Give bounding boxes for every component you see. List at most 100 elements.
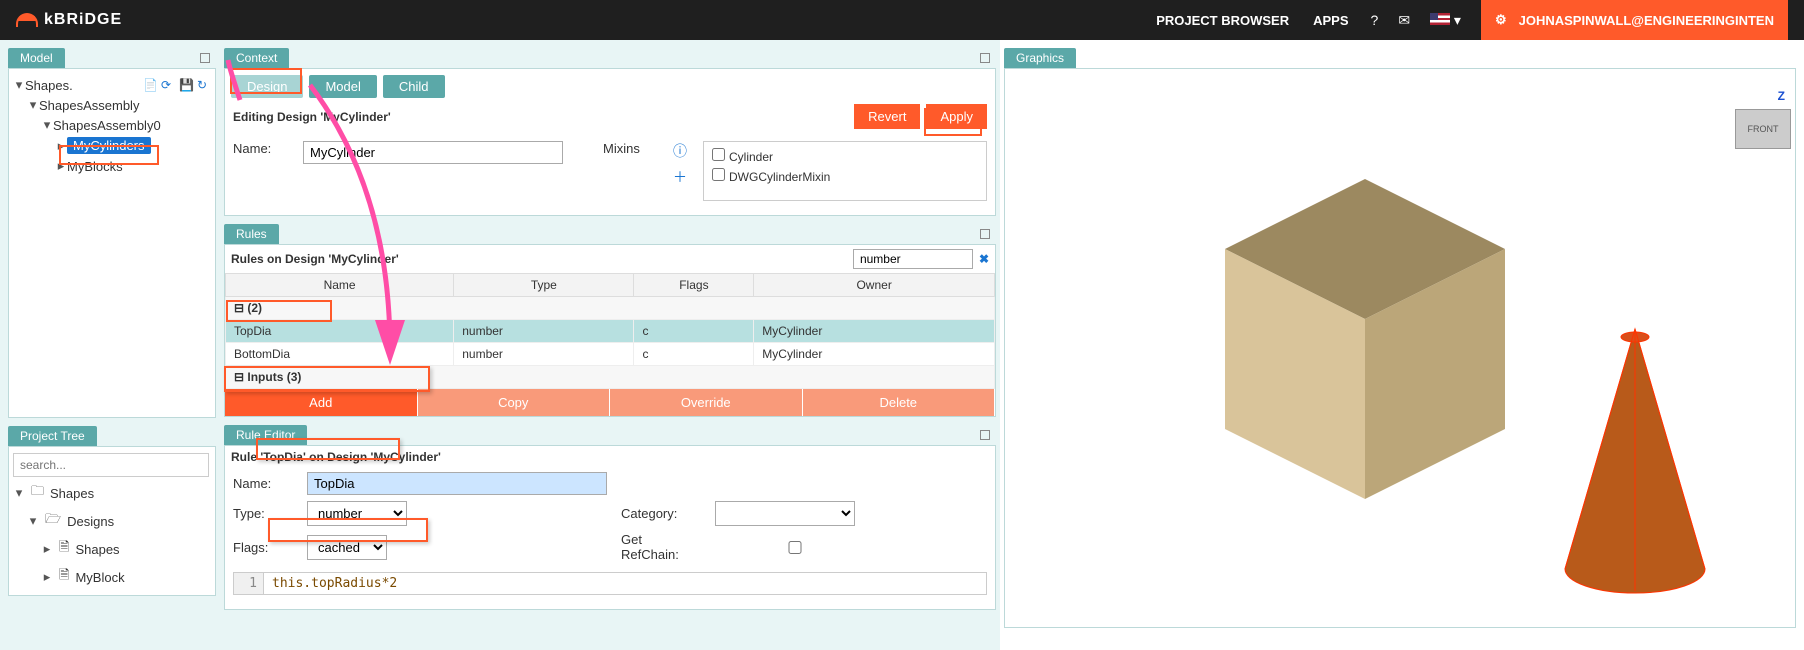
revert-button[interactable]: Revert	[854, 104, 920, 129]
model-panel-tab[interactable]: Model	[8, 48, 65, 68]
reload-icon[interactable]: ↻	[197, 78, 211, 92]
context-tab[interactable]: Context	[224, 48, 289, 68]
nav-project-browser[interactable]: PROJECT BROWSER	[1156, 13, 1289, 28]
project-search-input[interactable]	[13, 453, 209, 477]
save-icon[interactable]: 💾	[179, 78, 193, 92]
mixin-label: Cylinder	[729, 150, 773, 164]
graphics-tab[interactable]: Graphics	[1004, 48, 1076, 68]
re-category-label: Category:	[621, 506, 701, 521]
mixin-item[interactable]: Cylinder	[708, 146, 982, 166]
rule-group-row[interactable]: ⊟ (2)	[226, 297, 995, 320]
cell-name: BottomDia	[226, 343, 454, 366]
tab-model[interactable]: Model	[309, 75, 376, 98]
pt-shapes[interactable]: ▸ 🗎 Shapes	[13, 535, 211, 563]
add-mixin-icon[interactable]: ＋	[673, 167, 687, 187]
rules-tab[interactable]: Rules	[224, 224, 279, 244]
nav-apps[interactable]: APPS	[1313, 13, 1348, 28]
tree-node-assembly[interactable]: ▾ ShapesAssembly	[13, 95, 211, 115]
pt-label: Designs	[67, 514, 114, 529]
override-button[interactable]: Override	[610, 389, 803, 416]
code-editor[interactable]: 1 this.topRadius*2	[233, 572, 987, 595]
col-flags[interactable]: Flags	[634, 274, 754, 297]
panel-collapse-icon[interactable]	[200, 53, 210, 63]
copy-icon[interactable]: 📄	[143, 78, 157, 92]
rule-row-topdia[interactable]: TopDia number c MyCylinder	[226, 320, 995, 343]
pt-root[interactable]: ▾ 🗀 Shapes	[13, 479, 211, 507]
mixin-checkbox[interactable]	[712, 168, 725, 181]
tree-node-mycylinders[interactable]: ▸ MyCylinders	[13, 135, 211, 156]
group-label: (2)	[247, 301, 262, 315]
caret-icon[interactable]: ▾	[13, 77, 25, 93]
cell-name: TopDia	[226, 320, 454, 343]
mixin-label: DWGCylinderMixin	[729, 170, 830, 184]
tab-design[interactable]: Design	[231, 75, 303, 98]
line-number: 1	[234, 573, 264, 594]
rules-panel: Rules Rules on Design 'MyCylinder' ✖ Nam…	[224, 224, 996, 417]
mail-icon[interactable]: ✉	[1398, 12, 1410, 29]
flag-icon[interactable]: ▾	[1430, 12, 1461, 29]
file-icon: 🗎	[59, 566, 69, 588]
rule-type-select[interactable]: number	[307, 501, 407, 526]
caret-icon[interactable]: ▸	[55, 158, 67, 174]
caret-icon[interactable]: ▾	[13, 485, 25, 501]
rule-group-row[interactable]: ⊟ Inputs (3)	[226, 366, 995, 389]
pt-designs[interactable]: ▾ 🗁 Designs	[13, 507, 211, 535]
rule-category-select[interactable]	[715, 501, 855, 526]
name-label: Name:	[233, 141, 293, 156]
view-cube[interactable]: FRONT	[1735, 109, 1791, 149]
logo-icon	[16, 13, 38, 27]
mixin-item[interactable]: DWGCylinderMixin	[708, 166, 982, 186]
graphics-viewport[interactable]: Z FRONT	[1004, 68, 1796, 628]
rules-button-bar: Add Copy Override Delete	[225, 389, 995, 416]
design-name-input[interactable]	[303, 141, 563, 164]
code-content[interactable]: this.topRadius*2	[264, 573, 986, 594]
view-cube-face: FRONT	[1748, 124, 1779, 134]
rules-table: Name Type Flags Owner ⊟ (2) TopDia numbe…	[225, 273, 995, 389]
panel-collapse-icon[interactable]	[980, 229, 990, 239]
copy-button[interactable]: Copy	[418, 389, 611, 416]
caret-icon[interactable]: ▾	[27, 97, 39, 113]
info-icon[interactable]: ⓘ	[673, 141, 687, 161]
refresh-icon[interactable]: ⟳	[161, 78, 175, 92]
caret-icon[interactable]: ▸	[55, 138, 67, 154]
nav-help[interactable]: ?	[1371, 12, 1379, 28]
caret-icon[interactable]: ▸	[41, 541, 53, 557]
project-tree-tab[interactable]: Project Tree	[8, 426, 97, 446]
panel-collapse-icon[interactable]	[980, 430, 990, 440]
mixin-checkbox[interactable]	[712, 148, 725, 161]
caret-icon[interactable]: ▸	[41, 569, 53, 585]
mixins-list[interactable]: Cylinder DWGCylinderMixin	[703, 141, 987, 201]
brand-logo: kBRiDGE	[16, 11, 122, 29]
panel-collapse-icon[interactable]	[980, 53, 990, 63]
user-menu[interactable]: ⚙ JOHNASPINWALL@ENGINEERINGINTEN	[1481, 0, 1788, 40]
editing-design-label: Editing Design 'MyCylinder'	[233, 110, 391, 124]
re-refchain-label: Get RefChain:	[621, 532, 701, 562]
caret-icon[interactable]: ▾	[27, 513, 39, 529]
caret-icon[interactable]: ▾	[41, 117, 53, 133]
clear-filter-icon[interactable]: ✖	[979, 252, 989, 266]
col-type[interactable]: Type	[454, 274, 634, 297]
pt-label: MyBlock	[75, 570, 124, 585]
graphics-svg	[1005, 69, 1795, 627]
rule-row-bottomdia[interactable]: BottomDia number c MyCylinder	[226, 343, 995, 366]
rule-name-input[interactable]	[307, 472, 607, 495]
col-name[interactable]: Name	[226, 274, 454, 297]
tree-node-assembly0[interactable]: ▾ ShapesAssembly0	[13, 115, 211, 135]
tab-child[interactable]: Child	[383, 75, 445, 98]
add-button[interactable]: Add	[225, 389, 418, 416]
tree-root[interactable]: ▾ Shapes. 📄 ⟳ 💾 ↻	[13, 75, 211, 95]
delete-button[interactable]: Delete	[803, 389, 996, 416]
rule-flags-select[interactable]: cached	[307, 535, 387, 560]
col-owner[interactable]: Owner	[754, 274, 995, 297]
pt-myblock[interactable]: ▸ 🗎 MyBlock	[13, 563, 211, 591]
tree-label: ShapesAssembly0	[53, 118, 161, 133]
cell-type: number	[454, 343, 634, 366]
apply-button[interactable]: Apply	[926, 104, 987, 129]
rules-filter-input[interactable]	[853, 249, 973, 269]
tree-node-myblocks[interactable]: ▸ MyBlocks	[13, 156, 211, 176]
tree-root-label: Shapes.	[25, 78, 73, 93]
cell-owner: MyCylinder	[754, 343, 995, 366]
refchain-checkbox[interactable]	[715, 541, 875, 554]
rule-editor-tab[interactable]: Rule Editor	[224, 425, 307, 445]
pt-label: Shapes	[75, 542, 119, 557]
